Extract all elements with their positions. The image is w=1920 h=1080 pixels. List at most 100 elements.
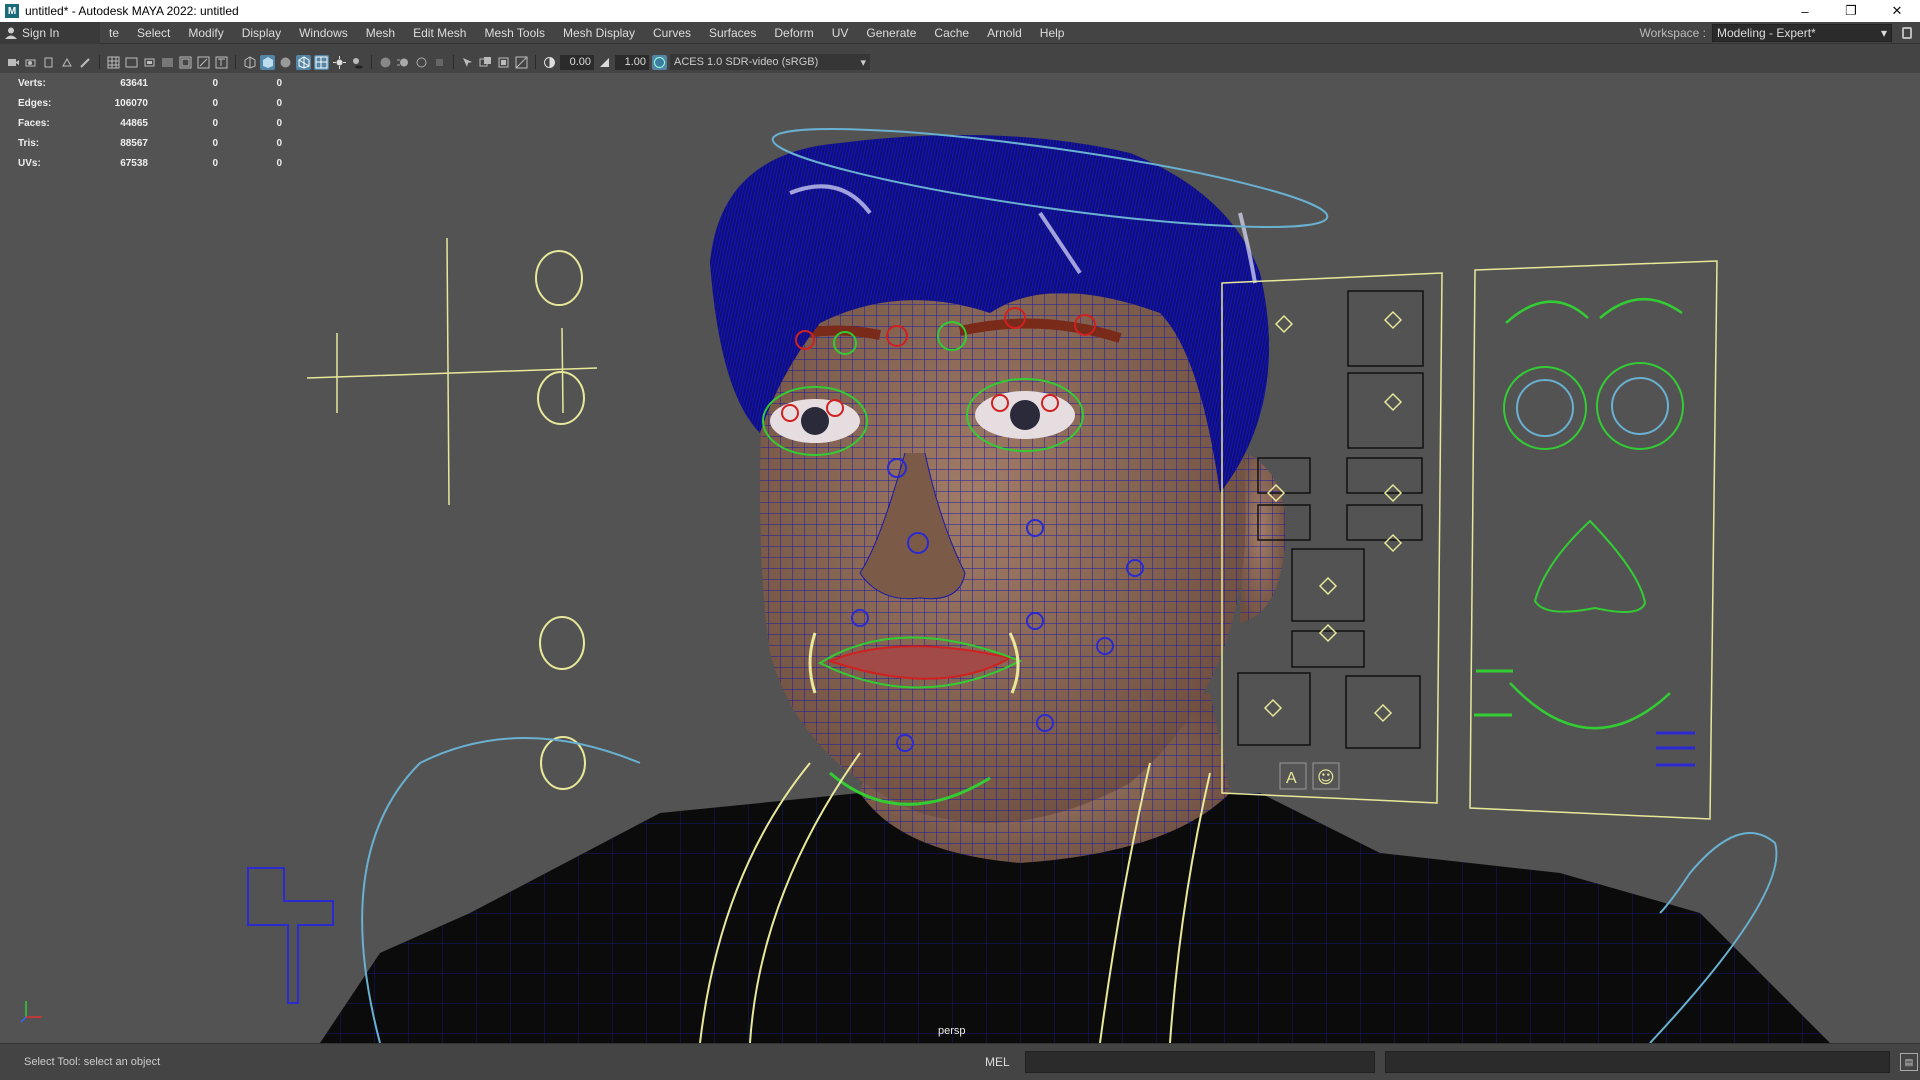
hud-value: 44865 <box>120 117 148 129</box>
chevron-down-icon: ▾ <box>1880 25 1887 40</box>
sign-in-label: Sign In <box>22 25 60 40</box>
poly-count-hud: Verts: 63641 0 0 Edges: 106070 0 0 Faces… <box>18 73 282 173</box>
exposure-field[interactable]: 0.00 <box>560 54 594 70</box>
select-camera-icon[interactable] <box>6 55 21 70</box>
window-title: untitled* - Autodesk MAYA 2022: untitled <box>25 4 239 18</box>
viewport-panel[interactable]: A ☺ Verts: 63641 0 0 Edges: 106070 0 0 F… <box>0 73 1920 1043</box>
hud-value: 0 <box>212 157 218 169</box>
chevron-down-icon: ▾ <box>860 56 866 69</box>
hud-value: 67538 <box>120 157 148 169</box>
toolbar-divider <box>453 55 454 69</box>
smooth-shade-icon[interactable] <box>260 54 275 70</box>
backface-culling-icon[interactable] <box>514 55 529 70</box>
wireframe-icon[interactable] <box>242 55 257 70</box>
minimize-button[interactable]: – <box>1782 0 1828 22</box>
motion-blur-icon[interactable] <box>396 55 411 70</box>
field-chart-icon[interactable] <box>178 55 193 70</box>
hud-row-faces: Faces: 44865 0 0 <box>18 113 282 133</box>
view-transform-dropdown[interactable]: ACES 1.0 SDR-video (sRGB) ▾ <box>670 54 870 70</box>
xray-icon[interactable] <box>478 55 493 70</box>
hud-value: 88567 <box>120 137 148 149</box>
hud-value: 63641 <box>120 77 148 89</box>
gamma-icon[interactable] <box>597 55 612 70</box>
menu-item-display[interactable]: Display <box>233 22 290 44</box>
hud-row-tris: Tris: 88567 0 0 <box>18 133 282 153</box>
camera-name-label: persp <box>938 1025 966 1037</box>
view-transform-value: ACES 1.0 SDR-video (sRGB) <box>674 56 819 68</box>
hud-value: 0 <box>212 77 218 89</box>
menu-item-deform[interactable]: Deform <box>765 22 822 44</box>
textured-icon[interactable] <box>314 54 329 70</box>
menu-item-modify[interactable]: Modify <box>179 22 232 44</box>
xray-joints-icon[interactable] <box>496 55 511 70</box>
lock-icon[interactable] <box>1902 26 1912 39</box>
gate-mask-icon[interactable] <box>160 55 175 70</box>
hud-value: 0 <box>212 137 218 149</box>
hud-label: Edges: <box>18 97 52 109</box>
menu-item-file-truncated[interactable]: te <box>100 22 128 44</box>
anti-aliasing-icon[interactable] <box>414 55 429 70</box>
menu-item-edit-mesh[interactable]: Edit Mesh <box>404 22 475 44</box>
camera-attributes-icon[interactable] <box>24 55 39 70</box>
menu-item-help[interactable]: Help <box>1031 22 1074 44</box>
mel-toggle-button[interactable]: MEL <box>985 1055 1025 1069</box>
menu-bar: Sign In te Select Modify Display Windows… <box>0 21 1920 44</box>
film-gate-icon[interactable] <box>124 55 139 70</box>
grid-icon[interactable] <box>106 55 121 70</box>
menu-item-select[interactable]: Select <box>128 22 179 44</box>
right-eye[interactable] <box>975 391 1075 439</box>
menu-item-mesh-tools[interactable]: Mesh Tools <box>475 22 553 44</box>
maya-logo-icon: M <box>5 4 19 18</box>
default-material-icon[interactable] <box>278 55 293 70</box>
image-plane-icon[interactable] <box>60 55 75 70</box>
menu-item-mesh-display[interactable]: Mesh Display <box>554 22 644 44</box>
workspace-value: Modeling - Expert* <box>1717 25 1816 40</box>
left-eye[interactable] <box>770 399 860 443</box>
script-editor-icon[interactable]: ▤ <box>1900 1053 1918 1071</box>
menu-item-windows[interactable]: Windows <box>290 22 357 44</box>
menu-item-cache[interactable]: Cache <box>925 22 978 44</box>
picker-button-a[interactable]: A <box>1286 770 1297 787</box>
safe-title-icon[interactable] <box>214 55 229 70</box>
restore-button[interactable]: ❐ <box>1828 0 1874 22</box>
command-line-input[interactable] <box>1025 1051 1375 1073</box>
menu-item-mesh[interactable]: Mesh <box>357 22 404 44</box>
menu-item-uv[interactable]: UV <box>823 22 858 44</box>
wireframe-on-shaded-icon[interactable] <box>296 54 311 70</box>
color-management-icon[interactable] <box>652 54 667 70</box>
menu-item-curves[interactable]: Curves <box>644 22 700 44</box>
isolate-select-icon[interactable] <box>460 55 475 70</box>
resolution-gate-icon[interactable] <box>142 55 157 70</box>
menu-item-arnold[interactable]: Arnold <box>978 22 1031 44</box>
picker-button-smile[interactable]: ☺ <box>1317 768 1335 788</box>
sign-in-button[interactable]: Sign In <box>0 21 100 44</box>
bookmark-icon[interactable] <box>42 55 57 70</box>
close-button[interactable]: ✕ <box>1874 0 1920 22</box>
hud-value: 0 <box>276 77 282 89</box>
hud-row-edges: Edges: 106070 0 0 <box>18 93 282 113</box>
depth-of-field-icon[interactable] <box>432 55 447 70</box>
face-picker-panel-right[interactable] <box>1469 260 1718 820</box>
shadows-icon[interactable] <box>350 55 365 70</box>
toolbar-divider <box>535 55 536 69</box>
gamma-field[interactable]: 1.00 <box>615 54 649 70</box>
workspace-dropdown[interactable]: Modeling - Expert* ▾ <box>1712 23 1892 42</box>
screen-space-ao-icon[interactable] <box>378 55 393 70</box>
hud-value: 0 <box>276 117 282 129</box>
safe-action-icon[interactable] <box>196 55 211 70</box>
use-all-lights-icon[interactable] <box>332 55 347 70</box>
panel-toolbar: 0.00 1.00 ACES 1.0 SDR-video (sRGB) ▾ <box>0 52 1920 72</box>
hud-label: Verts: <box>18 77 46 89</box>
hud-row-verts: Verts: 63641 0 0 <box>18 73 282 93</box>
scene-canvas[interactable]: A ☺ <box>0 73 1920 1043</box>
ear-mesh[interactable] <box>1240 453 1286 623</box>
grease-pencil-icon[interactable] <box>78 55 93 70</box>
menu-item-surfaces[interactable]: Surfaces <box>700 22 765 44</box>
title-bar: M untitled* - Autodesk MAYA 2022: untitl… <box>0 0 1920 22</box>
exposure-icon[interactable] <box>542 55 557 70</box>
toolbar-divider <box>99 55 100 69</box>
menu-item-generate[interactable]: Generate <box>857 22 925 44</box>
hud-value: 0 <box>276 137 282 149</box>
toolbar-divider <box>235 55 236 69</box>
user-icon <box>5 27 17 39</box>
